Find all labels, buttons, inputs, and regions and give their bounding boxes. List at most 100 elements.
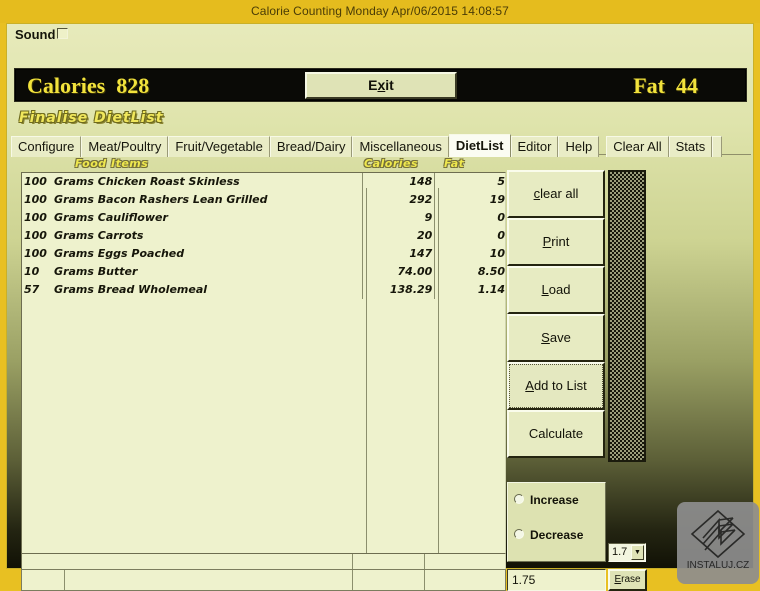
erase-button[interactable]: Erase [608,569,647,591]
cell-qty: 100 [24,175,47,188]
cell-name: Grams Cauliflower [54,211,168,224]
cell-calories: 292 [362,191,435,209]
watermark-badge: INSTALUJ.CZ [677,502,759,584]
instaluj-logo-icon [690,509,746,559]
print-button[interactable]: Print [507,218,605,266]
action-button-column: clear all Print Load Save Add to List Ca… [507,170,605,458]
cell-qty: 100 [24,193,47,206]
footer-rule-1 [352,554,353,570]
tab-configure[interactable]: Configure [11,136,82,157]
table-row[interactable]: 10 Grams Butter 74.00 8.50 [22,263,505,281]
grid-header-row: Food Items Calories Fat [21,157,506,172]
cell-name: Grams Bacon Rashers Lean Grilled [54,193,268,206]
print-label: rint [551,234,570,249]
calculate-label: Calculate [528,426,584,441]
cell-name: Grams Butter [54,265,138,278]
load-button[interactable]: Load [507,266,605,314]
sound-checkbox[interactable] [57,28,69,40]
add-to-list-button[interactable]: Add to List [507,362,605,410]
exit-label-post: it [385,77,394,93]
multiplier-combobox[interactable]: 1.7 ▼ [608,543,646,562]
tab-endcap [712,136,723,157]
exit-button[interactable]: Exit [305,72,457,99]
clear-all-label: lear all [540,186,579,201]
load-label: oad [548,282,571,297]
fat-total: Fat 44 [633,73,698,98]
column-header-calories: Calories [364,157,419,170]
tab-dietlist[interactable]: DietList [448,134,511,157]
tab-miscellaneous[interactable]: Miscellaneous [352,136,449,157]
calculate-button[interactable]: Calculate [507,410,605,458]
app-window: Calorie Counting Monday Apr/06/2015 14:0… [0,0,760,591]
cell-calories: 20 [362,227,435,245]
cell-calories: 147 [362,245,435,263]
sound-label: Sound [15,26,56,42]
clear-all-button[interactable]: clear all [507,170,605,218]
tab-editor[interactable]: Editor [510,136,559,157]
add-to-list-label: dd to List [533,378,587,393]
adjust-panel: Increase Decrease [507,482,606,562]
cell-fat: 19 [434,191,505,209]
cell-fat: 10 [434,245,505,263]
cell-qty: 100 [24,247,47,260]
client-area: Sound Calories 828 Fat 44 Exit Finalise … [6,23,759,591]
save-label: ave [549,330,571,345]
diet-list-grid[interactable]: 100 Grams Chicken Roast Skinless 148 5 1… [21,172,506,565]
grid-vertical-rule-calories [366,188,367,564]
multiplier-value: 1.7 [612,546,628,558]
table-row[interactable]: 100 Grams Carrots 20 0 [22,227,505,245]
load-accel: L [541,282,549,297]
cell-name: Grams Chicken Roast Skinless [54,175,240,188]
table-row[interactable]: 100 Grams Chicken Roast Skinless 148 5 [22,173,505,191]
add-to-list-accel: A [525,378,534,393]
cell-qty: 100 [24,229,47,242]
radio-decrease-label: Decrease [530,527,584,542]
footer-rule-b [352,570,353,590]
page-title: Finalise DietList [19,110,164,126]
cell-calories: 74.00 [362,263,435,281]
radio-decrease-icon [514,529,524,540]
cell-qty: 10 [24,265,40,278]
cell-fat: 0 [434,209,505,227]
calories-total: Calories 828 [27,73,150,98]
cell-name: Grams Bread Wholemeal [54,283,208,296]
footer-rule-2 [424,554,425,570]
cell-calories: 138.29 [362,281,435,299]
save-button[interactable]: Save [507,314,605,362]
cell-calories: 9 [362,209,435,227]
hatched-panel [608,170,646,462]
window-title: Calorie Counting Monday Apr/06/2015 14:0… [251,4,509,18]
tab-fruit-vegetable[interactable]: Fruit/Vegetable [168,136,270,157]
table-row[interactable]: 100 Grams Eggs Poached 147 10 [22,245,505,263]
radio-increase-icon [514,494,524,505]
sound-option-row: Sound [15,26,69,44]
cell-name: Grams Eggs Poached [54,247,185,260]
grid-footer-row[interactable] [21,569,506,591]
column-header-food-items: Food Items [75,157,149,170]
tab-help[interactable]: Help [558,136,600,157]
cell-fat: 8.50 [434,263,505,281]
cell-qty: 57 [24,283,40,296]
value-input[interactable]: 1.75 [507,569,606,591]
grid-footer-upper [21,553,506,570]
footer-rule-c [424,570,425,590]
radio-decrease[interactable]: Decrease [514,527,583,542]
print-accel: P [542,234,552,249]
cell-fat: 5 [434,173,505,191]
cell-calories: 148 [362,173,435,191]
tab-clear-all[interactable]: Clear All [606,136,669,157]
cell-name: Grams Carrots [54,229,144,242]
tab-stats[interactable]: Stats [668,136,713,157]
table-row[interactable]: 100 Grams Bacon Rashers Lean Grilled 292… [22,191,505,209]
diet-list-table: 100 Grams Chicken Roast Skinless 148 5 1… [22,173,505,299]
chevron-down-icon[interactable]: ▼ [631,545,644,560]
cell-qty: 100 [24,211,47,224]
tab-bread-dairy[interactable]: Bread/Dairy [269,136,353,157]
cell-fat: 1.14 [434,281,505,299]
table-row[interactable]: 57 Grams Bread Wholemeal 138.29 1.14 [22,281,505,299]
table-row[interactable]: 100 Grams Cauliflower 9 0 [22,209,505,227]
tab-meat-poultry[interactable]: Meat/Poultry [81,136,169,157]
radio-increase[interactable]: Increase [514,492,579,507]
column-header-fat: Fat [444,157,465,170]
watermark-text: INSTALUJ.CZ [686,560,750,571]
